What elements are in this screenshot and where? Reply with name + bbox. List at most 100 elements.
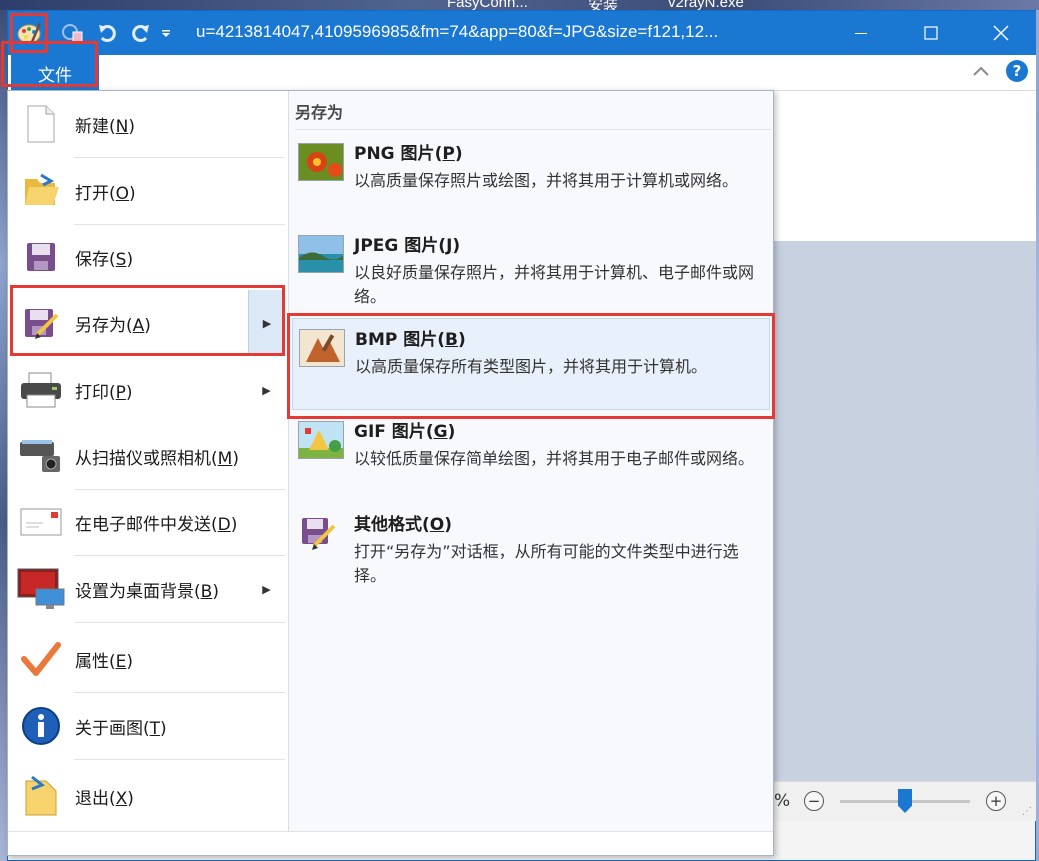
file-menu-tab[interactable]: 文件	[11, 55, 99, 91]
menu-item-label: 关于画图	[75, 718, 143, 739]
save-as-bmp[interactable]: BMP 图片(B) 以高质量保存所有类型图片，并将其用于计算机。	[292, 318, 770, 410]
desktop-background: FasyConn... 安装 v2rayN.exe	[0, 0, 1039, 14]
menu-item-label: 设置为桌面背景	[75, 581, 194, 602]
checkmark-icon	[11, 629, 71, 689]
save-as-item-description: 打开“另存为”对话框，从所有可能的文件类型中进行选择。	[354, 542, 739, 585]
resize-grip-icon[interactable]: ⋰	[1022, 806, 1032, 817]
menu-item-label: 新建	[75, 116, 109, 137]
menu-item-accel-key: B	[200, 581, 213, 602]
png-image-icon	[298, 143, 344, 181]
close-button[interactable]	[966, 11, 1036, 55]
exit-icon	[11, 766, 71, 826]
menu-item-label: 保存	[75, 249, 109, 270]
open-folder-icon	[11, 161, 71, 221]
canvas-workspace	[774, 241, 1036, 781]
save-as-item-description: 以高质量保存照片或绘图，并将其用于计算机或网络。	[354, 171, 739, 190]
menu-item-accel-key: T	[149, 718, 161, 739]
file-menu-dropdown: 新建(N) 打开(O) 保存(S) 另存为(A) ▶ 打印(P) ▶ 从扫描仪或…	[7, 90, 774, 856]
help-icon[interactable]: ?	[1006, 60, 1028, 82]
window-title: u=4213814047,4109596985&fm=74&app=80&f=J…	[196, 22, 719, 41]
save-as-item-accel-key: B	[445, 330, 459, 350]
menu-item-about[interactable]: 关于画图(T)	[11, 693, 285, 759]
status-bar: % − + ⋰	[774, 781, 1036, 821]
submenu-arrow-icon[interactable]: ▶	[248, 556, 285, 622]
file-menu-footer	[8, 831, 773, 855]
save-as-icon	[11, 293, 71, 353]
submenu-arrow-icon[interactable]: ▶	[248, 357, 285, 423]
menu-item-desktop-background[interactable]: 设置为桌面背景(B) ▶	[11, 556, 285, 622]
drawing-canvas[interactable]	[774, 91, 1036, 241]
menu-separator	[74, 622, 285, 623]
save-as-png[interactable]: PNG 图片(P) 以高质量保存照片或绘图，并将其用于计算机或网络。	[292, 133, 770, 225]
menu-item-exit[interactable]: 退出(X)	[11, 763, 285, 829]
menu-item-label: 从扫描仪或照相机	[75, 448, 211, 469]
save-as-jpeg[interactable]: JPEG 图片(J) 以良好质量保存照片，并将其用于计算机、电子邮件或网络。	[292, 225, 770, 317]
maximize-button[interactable]	[896, 11, 966, 55]
info-icon	[11, 696, 71, 756]
menu-item-label: 打印	[75, 382, 109, 403]
menu-item-accel-key: O	[115, 183, 130, 204]
menu-item-accel-key: P	[115, 382, 126, 403]
save-as-item-accel-key: J	[446, 236, 453, 256]
menu-item-open[interactable]: 打开(O)	[11, 158, 285, 224]
menu-item-accel-key: N	[115, 116, 129, 137]
menu-item-new[interactable]: 新建(N)	[11, 91, 285, 157]
chevron-down-icon[interactable]	[156, 19, 176, 47]
new-document-icon	[11, 94, 71, 154]
save-as-item-title: JPEG 图片	[354, 236, 439, 256]
title-bar[interactable]: u=4213814047,4109596985&fm=74&app=80&f=J…	[8, 11, 1036, 55]
save-as-gif[interactable]: GIF 图片(G) 以较低质量保存简单绘图，并将其用于电子邮件或网络。	[292, 411, 770, 503]
save-as-item-description: 以较低质量保存简单绘图，并将其用于电子邮件或网络。	[354, 449, 755, 468]
scanner-icon	[11, 426, 71, 486]
bmp-image-icon	[299, 329, 345, 367]
menu-item-accel-key: A	[132, 315, 145, 336]
menu-item-label: 在电子邮件中发送	[75, 514, 211, 535]
save-as-panel-title: 另存为	[295, 103, 344, 122]
menu-item-label: 属性	[75, 651, 109, 672]
save-as-item-description: 以良好质量保存照片，并将其用于计算机、电子邮件或网络。	[354, 263, 755, 306]
zoom-slider-thumb[interactable]	[898, 789, 912, 813]
file-menu-list: 新建(N) 打开(O) 保存(S) 另存为(A) ▶ 打印(P) ▶ 从扫描仪或…	[8, 91, 285, 831]
menu-item-save[interactable]: 保存(S)	[11, 224, 285, 290]
menu-item-scanner[interactable]: 从扫描仪或照相机(M)	[11, 423, 285, 489]
menu-item-print[interactable]: 打印(P) ▶	[11, 357, 285, 423]
save-as-panel: 另存为 PNG 图片(P) 以高质量保存照片或绘图，并将其用于计算机或网络。 J…	[288, 91, 773, 831]
save-as-item-accel-key: G	[433, 422, 448, 442]
menu-item-save-as[interactable]: 另存为(A) ▶	[11, 290, 285, 356]
other-formats-icon	[298, 514, 344, 552]
save-as-item-title: GIF 图片	[354, 422, 426, 442]
menu-item-label: 退出	[75, 788, 109, 809]
menu-item-accel-key: S	[115, 249, 127, 270]
save-icon[interactable]	[58, 19, 86, 47]
save-as-item-description: 以高质量保存所有类型图片，并将其用于计算机。	[355, 357, 708, 376]
submenu-arrow-icon[interactable]: ▶	[248, 290, 285, 356]
save-icon	[11, 227, 71, 287]
save-as-item-title: 其他格式	[354, 515, 422, 535]
menu-item-properties[interactable]: 属性(E)	[11, 626, 285, 692]
printer-icon	[11, 360, 71, 420]
divider	[295, 129, 771, 130]
chevron-up-icon[interactable]	[972, 62, 990, 81]
gif-image-icon	[298, 421, 344, 459]
menu-item-label: 另存为	[75, 315, 126, 336]
save-as-other-formats[interactable]: 其他格式(O) 打开“另存为”对话框，从所有可能的文件类型中进行选择。	[292, 504, 770, 596]
menu-item-accel-key: E	[115, 651, 127, 672]
save-as-item-title: PNG 图片	[354, 144, 435, 164]
menu-item-accel-key: D	[217, 514, 231, 535]
jpeg-image-icon	[298, 235, 344, 273]
undo-icon[interactable]	[94, 19, 122, 47]
redo-icon[interactable]	[126, 19, 154, 47]
ribbon-tab-bar: 文件 ?	[8, 55, 1036, 91]
desktop-background-icon	[11, 559, 71, 619]
zoom-in-button[interactable]: +	[986, 791, 1006, 811]
minimize-button[interactable]	[826, 11, 896, 55]
save-as-item-title: BMP 图片	[355, 330, 438, 350]
zoom-out-button[interactable]: −	[804, 791, 824, 811]
menu-separator	[74, 759, 285, 760]
save-as-item-accel-key: P	[442, 144, 455, 164]
paint-palette-icon[interactable]	[10, 13, 48, 53]
menu-item-email[interactable]: 在电子邮件中发送(D)	[11, 489, 285, 555]
email-icon	[11, 492, 71, 552]
zoom-percent-suffix: %	[774, 791, 791, 811]
